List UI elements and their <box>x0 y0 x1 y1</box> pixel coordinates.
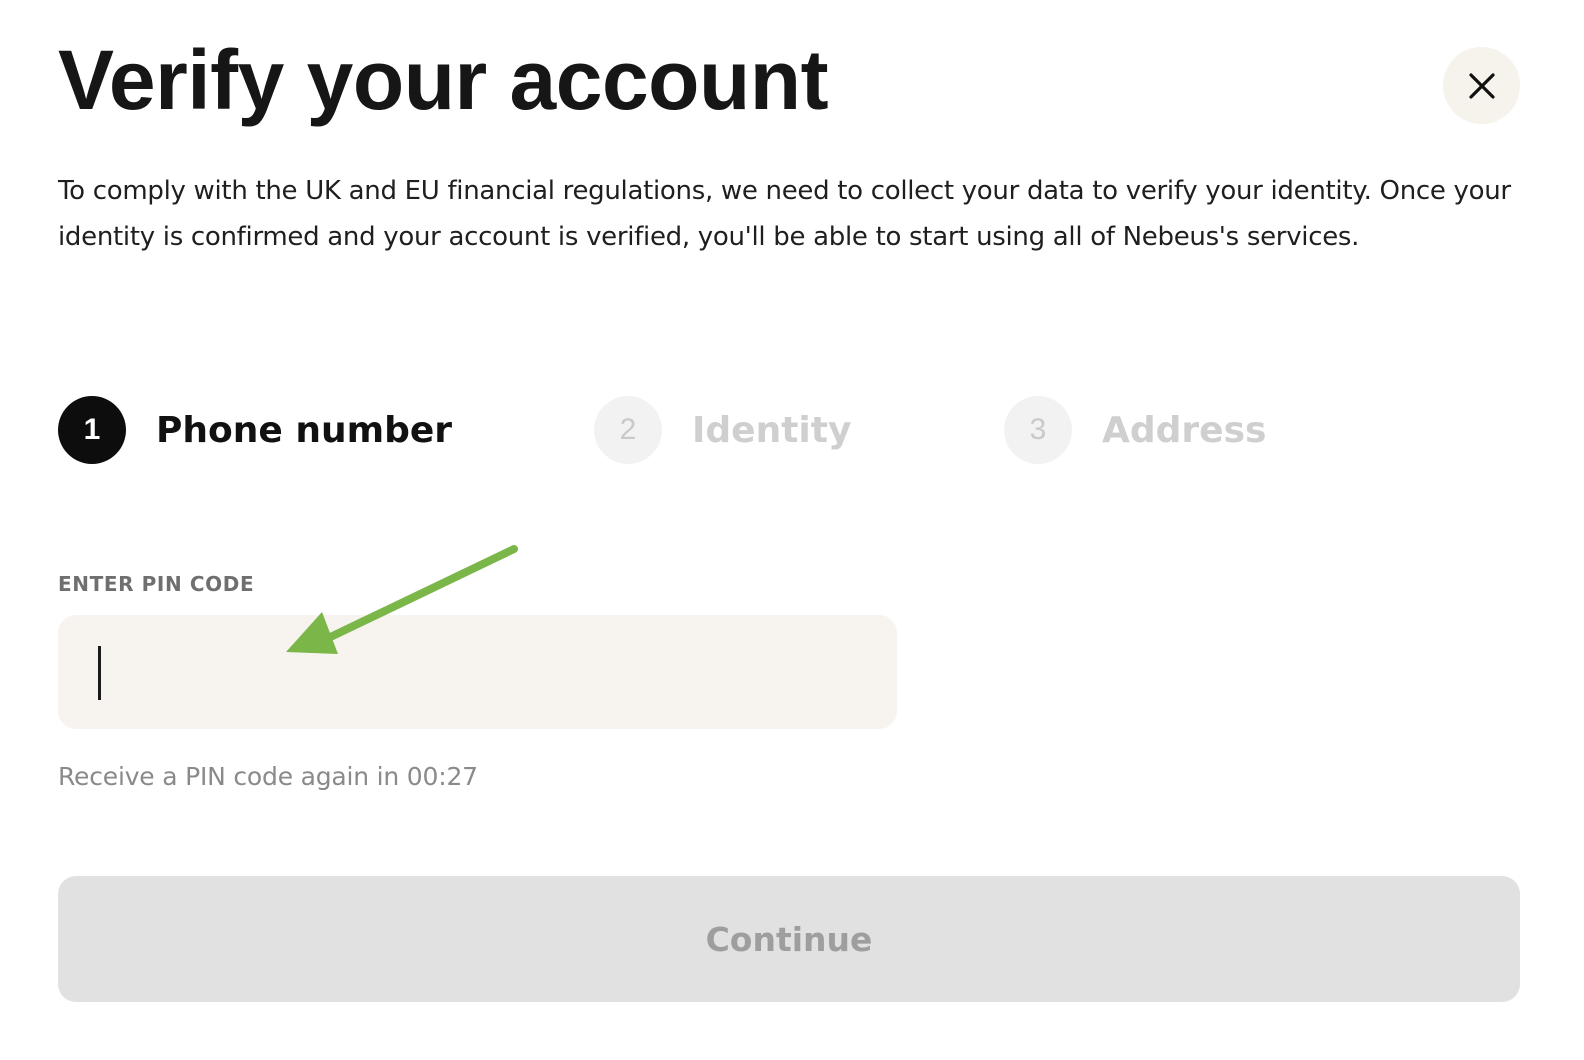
stepper: 1 Phone number 2 Identity 3 Address <box>58 396 1358 464</box>
step-number: 3 <box>1004 396 1072 464</box>
close-icon <box>1468 72 1495 99</box>
step-label: Identity <box>692 409 852 451</box>
step-number: 2 <box>594 396 662 464</box>
continue-button[interactable]: Continue <box>58 876 1520 1002</box>
step-identity[interactable]: 2 Identity <box>594 396 851 464</box>
step-label: Phone number <box>156 409 453 451</box>
pin-code-input[interactable] <box>58 615 897 729</box>
step-number: 1 <box>58 396 126 464</box>
close-button[interactable] <box>1443 47 1520 124</box>
step-label: Address <box>1102 409 1267 451</box>
text-cursor <box>98 646 101 700</box>
step-address[interactable]: 3 Address <box>1004 396 1266 464</box>
step-phone-number[interactable]: 1 Phone number <box>58 396 452 464</box>
intro-text: To comply with the UK and EU financial r… <box>58 176 1511 252</box>
page-title: Verify your account <box>58 33 829 127</box>
resend-pin-timer: Receive a PIN code again in 00:27 <box>58 762 478 791</box>
pin-code-label: ENTER PIN CODE <box>58 572 255 596</box>
